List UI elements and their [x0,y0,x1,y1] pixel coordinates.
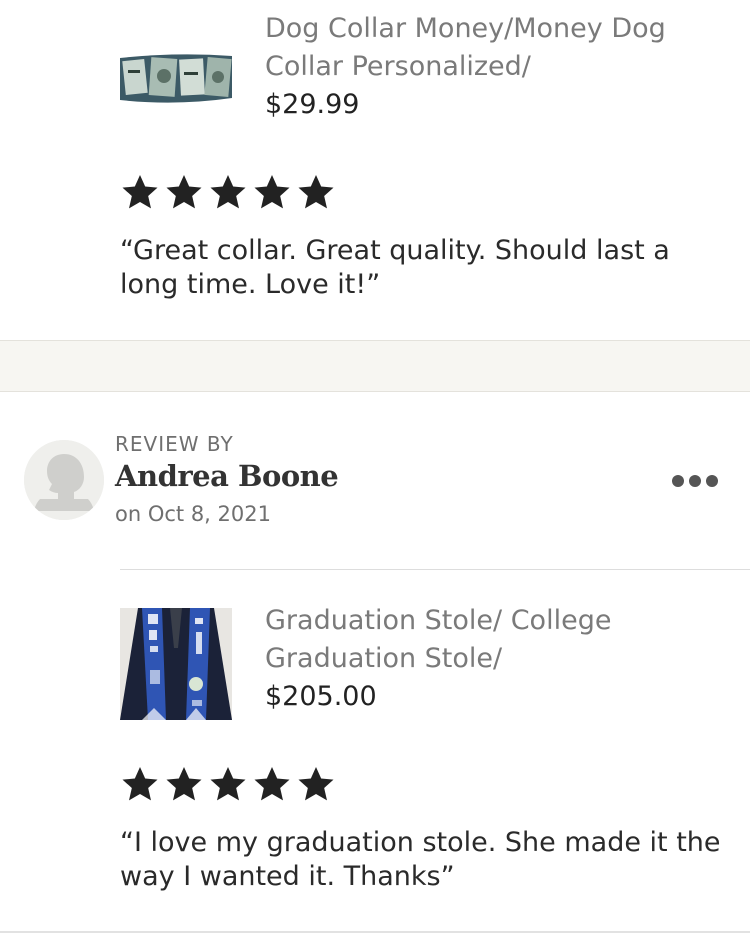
divider [120,569,750,570]
star-icon [298,175,334,209]
product-price: $205.00 [265,681,377,712]
review-by-label: REVIEW BY [115,432,234,456]
default-user-avatar-icon [24,440,104,520]
more-options-icon [689,475,701,487]
star-rating [120,172,336,212]
star-icon [298,767,334,801]
graduation-stole-image [120,608,232,720]
review-date: on Oct 8, 2021 [115,502,271,526]
product-thumbnail[interactable] [120,50,232,112]
more-options-button[interactable] [664,466,726,496]
more-options-icon [706,475,718,487]
star-icon [166,175,202,209]
product-title[interactable]: Graduation Stole/ College Graduation Sto… [265,602,735,678]
star-icon [122,175,158,209]
star-icon [254,767,290,801]
product-price: $29.99 [265,89,360,120]
product-link[interactable]: Graduation Stole/ College Graduation Sto… [120,602,740,724]
review-separator [0,340,750,392]
star-icon [166,767,202,801]
review-text: “Great collar. Great quality. Should las… [120,235,670,300]
divider [0,931,750,933]
product-link[interactable]: Dog Collar Money/Money Dog Collar Person… [120,10,740,125]
reviewer-name[interactable]: Andrea Boone [115,459,339,493]
star-icon [122,767,158,801]
product-info: Dog Collar Money/Money Dog Collar Person… [265,10,735,124]
product-title[interactable]: Dog Collar Money/Money Dog Collar Person… [265,10,735,86]
review-text: “I love my graduation stole. She made it… [120,827,721,892]
star-icon [210,175,246,209]
star-rating [120,764,336,804]
money-dog-collar-image [120,50,232,112]
product-thumbnail[interactable] [120,608,232,720]
star-icon [254,175,290,209]
star-icon [210,767,246,801]
avatar[interactable] [24,440,104,520]
product-info: Graduation Stole/ College Graduation Sto… [265,602,735,716]
more-options-icon [672,475,684,487]
